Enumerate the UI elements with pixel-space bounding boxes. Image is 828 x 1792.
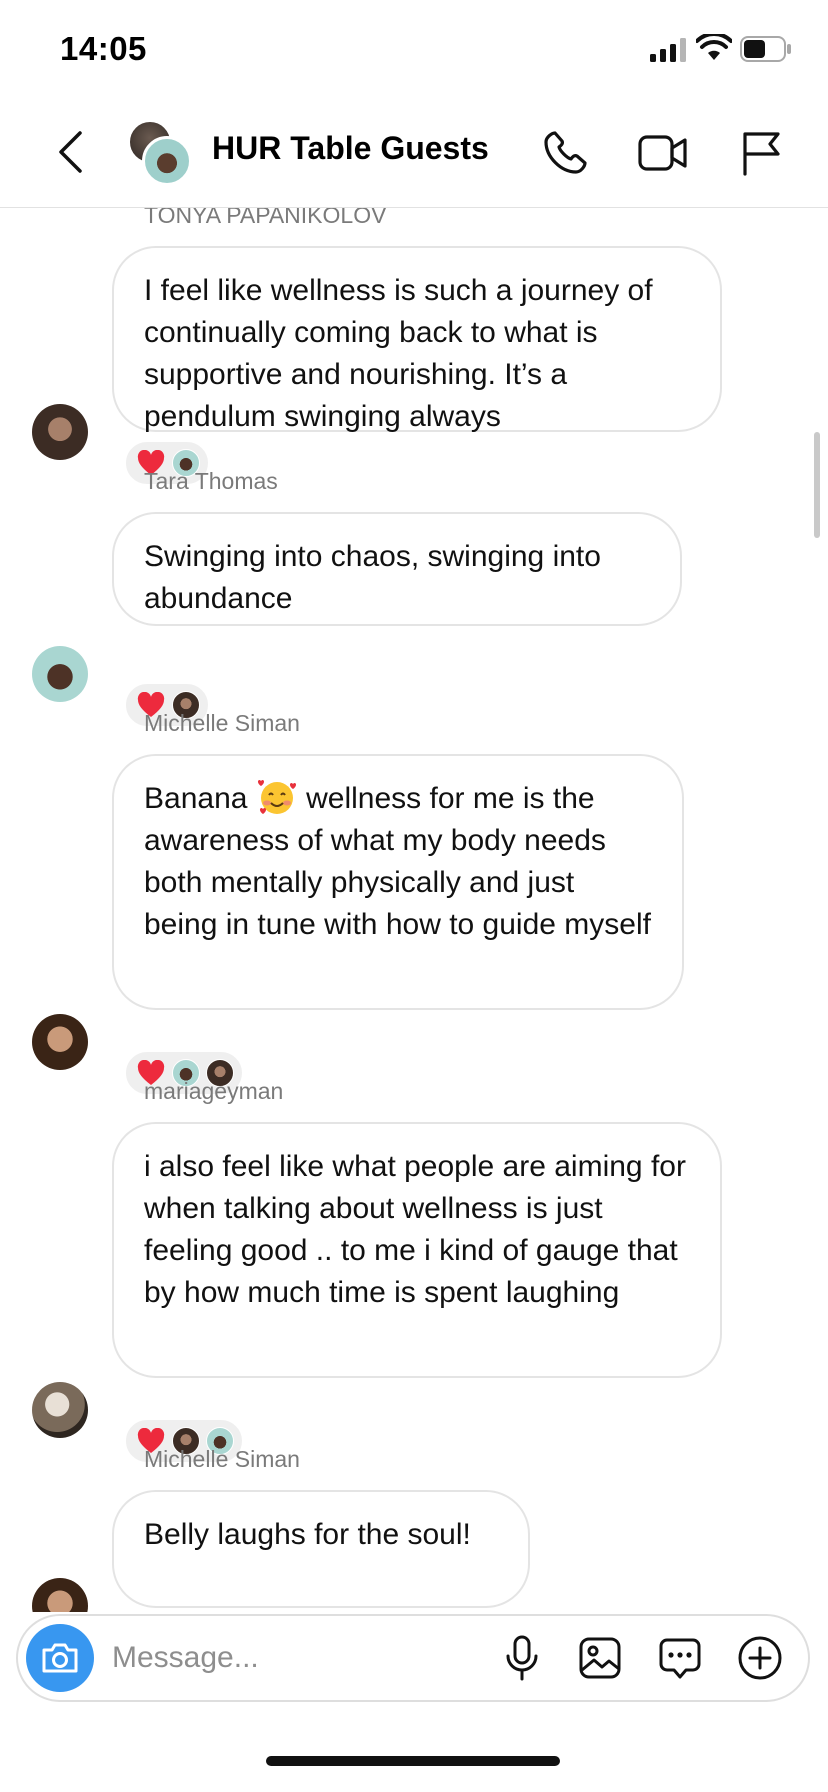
chat-title[interactable]: HUR Table Guests [212,130,489,167]
home-indicator[interactable] [266,1756,560,1766]
message-text: I feel like wellness is such a journey o… [144,274,653,433]
sender-name: TONYA PAPANIKOLOV [144,208,387,228]
smiling-face-with-hearts-icon [257,779,296,814]
plus-icon [738,1636,782,1680]
chat-screen: 14:05 HUR Table Guests TONYA PAPANIKOLOV… [0,0,828,1792]
microphone-icon [506,1635,538,1681]
battery-icon [740,36,791,62]
message-input[interactable] [112,1632,412,1684]
message-text-start: Banana [144,782,248,815]
message-bubble[interactable]: Banana wellness for me is the awareness … [112,754,684,1010]
sticker-button[interactable] [654,1632,706,1684]
cellular-signal-icon [650,38,686,62]
sender-avatar[interactable] [32,404,88,460]
back-button[interactable] [50,124,90,180]
wifi-icon [696,34,732,60]
sender-name: mariageyman [144,1078,284,1104]
camera-icon [42,1643,78,1673]
back-arrow-icon [59,131,82,173]
message-bubble[interactable]: I feel like wellness is such a journey o… [112,246,722,433]
flag-icon [743,132,780,176]
sender-avatar[interactable] [32,1382,88,1438]
group-avatar[interactable] [126,118,194,186]
sender-avatar[interactable] [32,646,88,702]
message-composer [16,1614,810,1702]
message-bubble[interactable]: Swinging into chaos, swinging into abund… [112,512,682,626]
voice-call-button[interactable] [538,126,592,180]
message-bubble[interactable]: Belly laughs for the soul! [112,1490,530,1608]
sender-name: Tara Thomas [144,468,278,494]
phone-icon [544,131,587,174]
gallery-button[interactable] [574,1632,626,1684]
sender-name: Michelle Siman [144,1446,300,1472]
sender-avatar[interactable] [32,1578,88,1612]
chat-header: HUR Table Guests [0,100,828,208]
message-text: Belly laughs for the soul! [144,1518,471,1551]
more-options-button[interactable] [734,1632,786,1684]
status-time: 14:05 [60,30,147,67]
video-call-button[interactable] [636,126,690,180]
message-bubble[interactable]: i also feel like what people are aiming … [112,1122,722,1378]
message-text: Swinging into chaos, swinging into abund… [144,540,601,615]
video-camera-icon [638,135,687,171]
message-text: i also feel like what people are aiming … [144,1150,686,1309]
scrollbar[interactable] [814,432,820,538]
gallery-icon [579,1637,621,1679]
sender-name: Michelle Siman [144,710,300,736]
sticker-icon [659,1638,701,1679]
report-button[interactable] [734,126,788,180]
voice-message-button[interactable] [496,1632,548,1684]
sender-avatar[interactable] [32,1014,88,1070]
camera-button[interactable] [26,1624,94,1692]
member-avatar [142,136,192,186]
message-thread[interactable]: TONYA PAPANIKOLOV I feel like wellness i… [0,208,828,1612]
status-bar: 14:05 [0,0,828,100]
